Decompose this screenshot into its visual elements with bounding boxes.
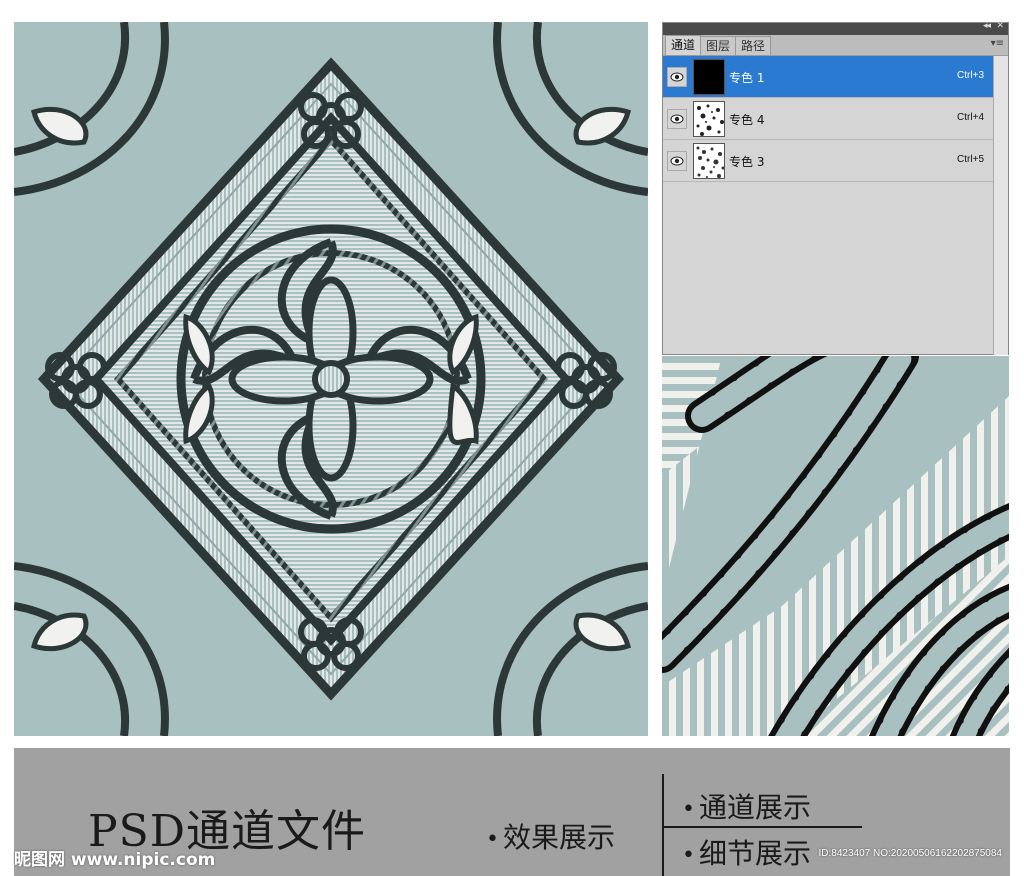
panel-menu-icon[interactable]: ▾≡ [991,38,1004,49]
tab-channels[interactable]: 通道 [665,35,702,55]
effect-display-label: • 效果展示 [486,821,615,854]
channels-panel: ◂◂ ✕ 通道 图层 路径 ▾≡ 专色 1 Ctrl+3 专色 4 Ctrl+4… [662,21,1009,355]
panel-titlebar: ◂◂ ✕ [663,21,1008,35]
bullet-icon: • [682,842,695,868]
tab-paths[interactable]: 路径 [735,36,772,55]
eye-icon[interactable] [667,109,687,129]
channel-shortcut: Ctrl+3 [957,70,984,81]
channel-shortcut: Ctrl+4 [957,112,984,123]
panel-scrollbar[interactable] [993,56,1008,355]
channel-name: 专色 3 [729,155,765,169]
channel-list: 专色 1 Ctrl+3 专色 4 Ctrl+4 专色 3 Ctrl+5 [663,56,994,348]
divider-horizontal [664,826,862,828]
detail-zoom-image [662,356,1009,736]
channel-name: 专色 1 [729,71,765,85]
channel-display-label: • 通道展示 [682,791,811,824]
bullet-icon: • [486,826,499,852]
eye-icon[interactable] [667,151,687,171]
detail-display-label: • 细节展示 [682,837,811,870]
channel-row-spot4[interactable]: 专色 4 Ctrl+4 [663,98,994,140]
tab-layers[interactable]: 图层 [700,36,737,55]
channel-name: 专色 4 [729,113,765,127]
channel-row-spot3[interactable]: 专色 3 Ctrl+5 [663,140,994,182]
channel-thumbnail [693,143,725,179]
info-banner: PSD通道文件 • 效果展示 • 通道展示 • 细节展示 昵图网 www.nipic.… [14,748,1010,876]
site-watermark: 昵图网 www.nipic.com [14,850,216,870]
panel-tabs: 通道 图层 路径 ▾≡ [663,35,1008,56]
eye-icon[interactable] [667,67,687,87]
divider-vertical [662,774,664,876]
channel-thumbnail [693,101,725,137]
channel-row-spot1[interactable]: 专色 1 Ctrl+3 [663,56,994,98]
id-watermark: ID:8423407 NO:20200506162202875084 [818,848,1003,859]
bullet-icon: • [682,796,695,822]
close-icon[interactable]: ✕ [996,21,1004,31]
channel-thumbnail [693,59,725,95]
pattern-artwork [14,22,648,736]
channel-shortcut: Ctrl+5 [957,154,984,165]
collapse-arrows-icon[interactable]: ◂◂ [983,21,991,31]
